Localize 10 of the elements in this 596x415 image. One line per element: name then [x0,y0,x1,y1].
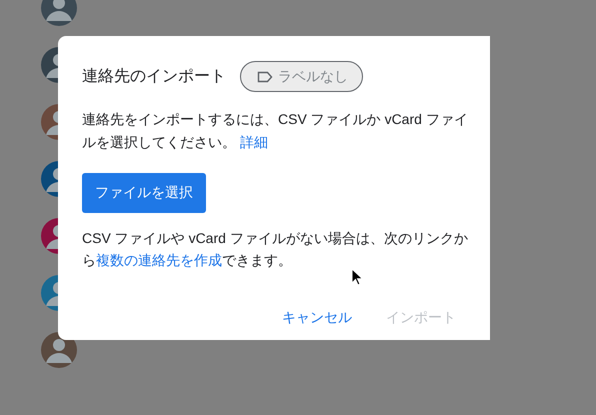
intro-text: 連絡先をインポートするには、CSV ファイルか vCard ファイルを選択してください。 詳細 [82,110,469,152]
pointer-cursor-icon [351,268,363,286]
note-text: CSV ファイルや vCard ファイルがない場合は、次のリンクから複数の連絡先を作成できます。 [82,229,469,270]
select-file-button[interactable]: ファイルを選択 [82,173,206,213]
create-contacts-link[interactable]: 複数の連絡先を作成 [96,252,222,268]
dialog-title: 連絡先のインポート [82,66,226,87]
label-icon [257,70,273,82]
details-link[interactable]: 詳細 [240,134,268,150]
dialog-button[interactable]: キャンセル [272,303,362,333]
label-chip[interactable]: ラベルなし [240,61,363,92]
